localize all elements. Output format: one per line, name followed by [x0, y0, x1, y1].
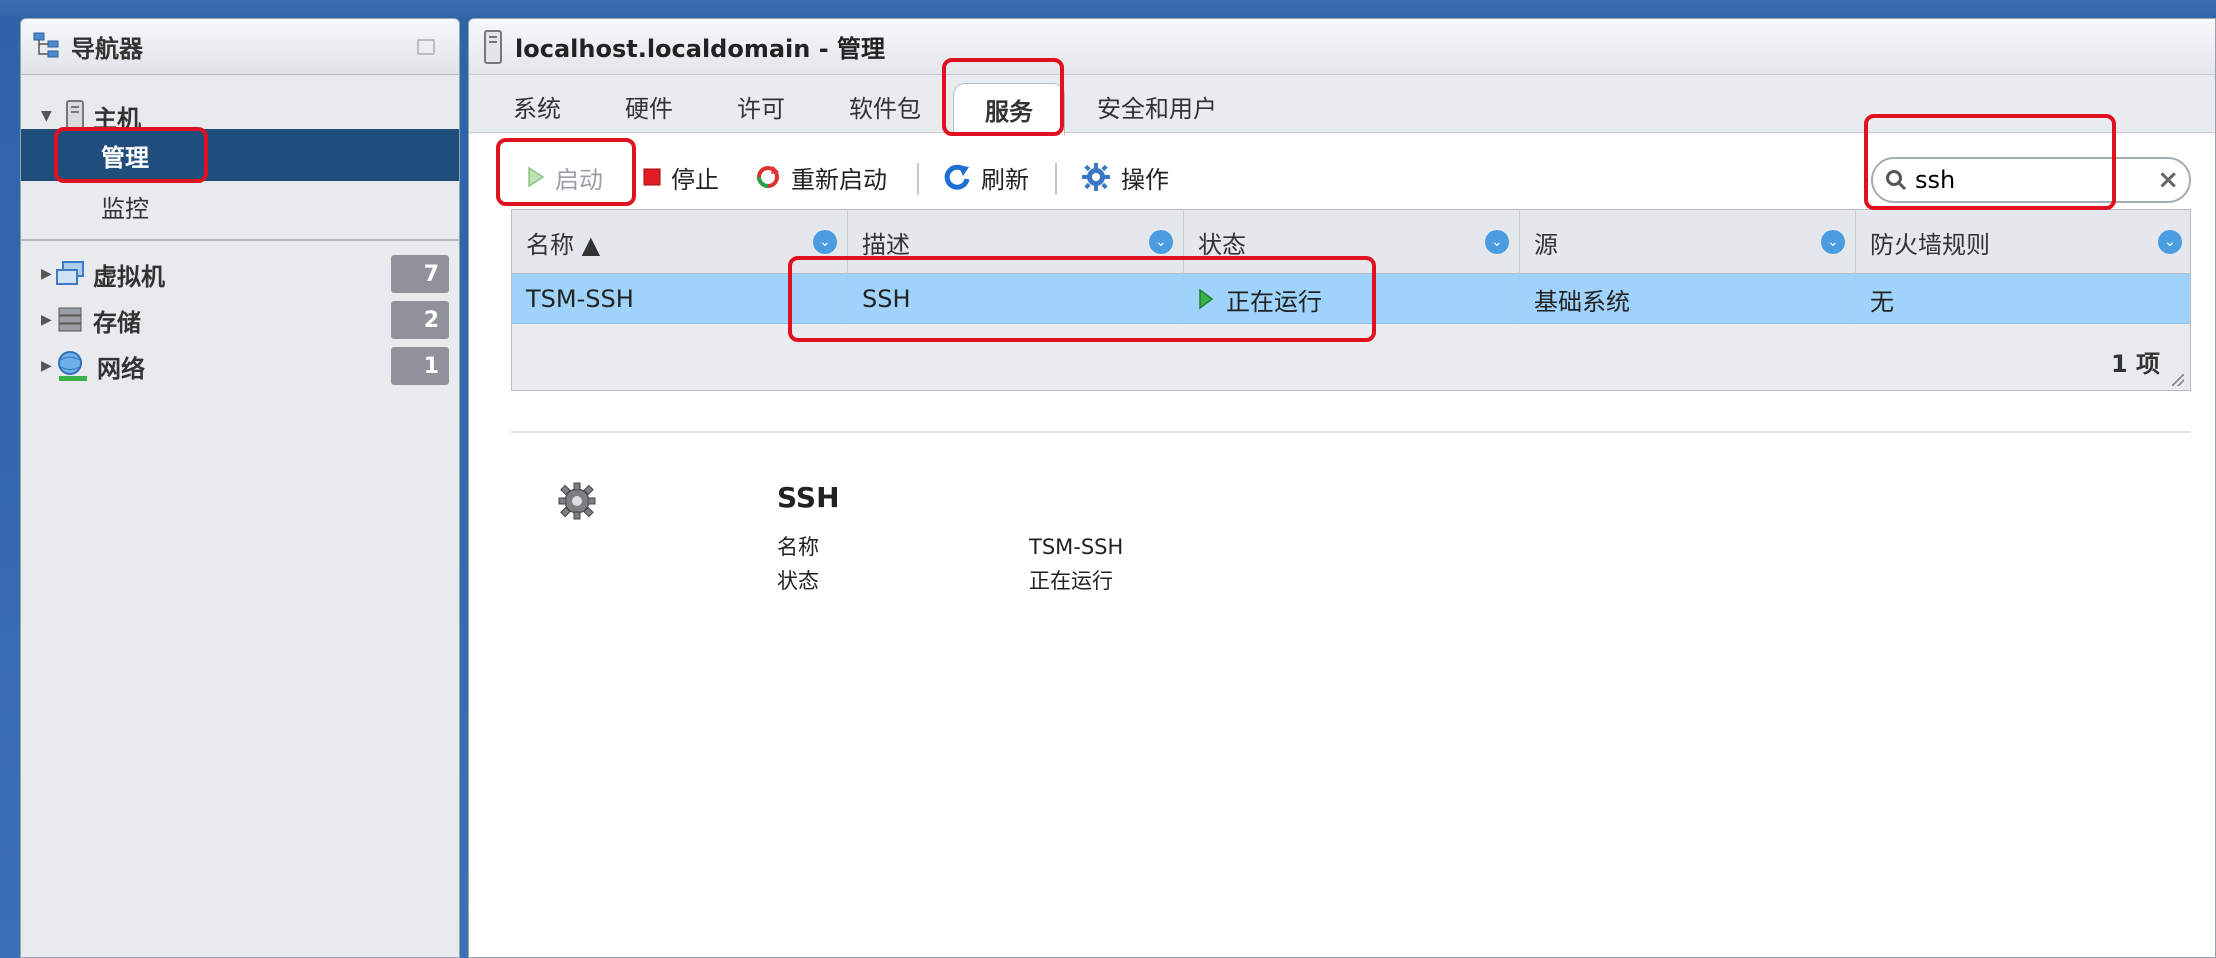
vm-count-badge: 7	[391, 255, 449, 293]
detail-name-value: TSM-SSH	[1029, 535, 1124, 559]
stop-button-label: 停止	[671, 165, 719, 194]
column-header-firewall[interactable]: 防火墙规则 ⌄	[1856, 210, 2192, 274]
network-icon	[55, 350, 89, 382]
start-button[interactable]: 启动	[527, 149, 603, 205]
search-box[interactable]: ×	[1871, 157, 2191, 203]
column-menu-icon[interactable]: ⌄	[2158, 230, 2182, 254]
detail-status-label: 状态	[777, 569, 819, 593]
collapse-panel-icon[interactable]	[417, 39, 435, 55]
navigator-title: 导航器	[71, 35, 143, 63]
column-menu-icon[interactable]: ⌄	[1485, 230, 1509, 254]
column-header-label: 状态	[1198, 230, 1246, 259]
page-title: localhost.localdomain - 管理	[515, 35, 886, 63]
stop-button[interactable]: 停止	[643, 149, 719, 205]
actions-button[interactable]: 操作	[1081, 149, 1169, 205]
restart-button[interactable]: 重新启动	[755, 149, 887, 205]
tab-bar: 系统 硬件 许可 软件包 服务 安全和用户	[469, 75, 2215, 135]
tree-item-storage-label: 存储	[93, 308, 141, 337]
tab-system[interactable]: 系统	[513, 89, 561, 124]
tab-services[interactable]: 服务	[953, 83, 1065, 135]
search-icon	[1885, 169, 1907, 191]
navigator-panel: 导航器 ▼ 主机 管理 监控 ▶ 虚拟机 7 ▶ 存储 2 ▶ 网络 1	[20, 18, 460, 958]
detail-name-label: 名称	[777, 535, 819, 559]
column-header-status[interactable]: 状态 ⌄	[1184, 210, 1520, 274]
table-row[interactable]: TSM-SSH SSH 正在运行 基础系统 无	[512, 274, 2190, 324]
actions-button-label: 操作	[1121, 165, 1169, 194]
tree-item-monitor[interactable]: 监控	[21, 181, 459, 231]
column-header-source[interactable]: 源 ⌄	[1520, 210, 1856, 274]
collapsed-arrow-icon[interactable]: ▶	[41, 312, 55, 328]
column-header-name[interactable]: 名称 ▲ ⌄	[512, 210, 848, 274]
refresh-icon	[943, 163, 971, 191]
column-header-description[interactable]: 描述 ⌄	[848, 210, 1184, 274]
refresh-button-label: 刷新	[981, 165, 1029, 194]
storage-count-badge: 2	[391, 301, 449, 339]
tree-item-vms-label: 虚拟机	[93, 262, 165, 291]
search-input[interactable]	[1915, 166, 2145, 194]
host-icon	[65, 100, 85, 132]
cell-source: 基础系统	[1520, 274, 1856, 324]
running-icon	[1198, 288, 1214, 310]
tab-security-users[interactable]: 安全和用户	[1097, 89, 1217, 124]
refresh-button[interactable]: 刷新	[943, 149, 1029, 205]
service-gear-icon	[557, 481, 597, 525]
play-icon	[527, 166, 545, 188]
tab-packages[interactable]: 软件包	[849, 89, 921, 124]
section-divider	[511, 431, 2191, 433]
table-footer: 1 项	[512, 324, 2190, 392]
toolbar-separator	[1055, 163, 1057, 195]
cell-description: SSH	[848, 274, 1184, 324]
column-header-label: 名称 ▲	[526, 230, 601, 259]
column-header-label: 防火墙规则	[1870, 230, 1990, 259]
storage-icon	[55, 306, 85, 334]
navigator-header: 导航器	[21, 19, 459, 75]
main-panel: localhost.localdomain - 管理 系统 硬件 许可 软件包 …	[468, 18, 2216, 958]
detail-status-value: 正在运行	[1029, 569, 1113, 593]
column-header-label: 源	[1534, 230, 1558, 259]
tree-item-manage[interactable]: 管理	[21, 129, 459, 181]
tree-icon	[33, 31, 61, 63]
tree-item-storage[interactable]: ▶ 存储 2	[21, 297, 459, 343]
start-button-label: 启动	[555, 165, 603, 194]
tree-item-monitor-label: 监控	[101, 194, 149, 223]
cell-status: 正在运行	[1184, 274, 1520, 324]
restart-button-label: 重新启动	[791, 165, 887, 194]
cell-status-label: 正在运行	[1226, 287, 1322, 316]
restart-icon	[755, 164, 781, 190]
clear-search-icon[interactable]: ×	[2157, 165, 2179, 195]
detail-name-row: 名称 TSM-SSH	[777, 531, 1123, 561]
tree-item-manage-label: 管理	[101, 144, 149, 172]
cell-firewall: 无	[1870, 287, 1894, 316]
gear-icon	[1081, 162, 1111, 192]
network-count-badge: 1	[391, 347, 449, 385]
tree-item-network[interactable]: ▶ 网络 1	[21, 343, 459, 389]
table-header: 名称 ▲ ⌄ 描述 ⌄ 状态 ⌄ 源 ⌄ 防火墙规则 ⌄	[512, 210, 2190, 274]
column-menu-icon[interactable]: ⌄	[1821, 230, 1845, 254]
host-icon	[483, 29, 503, 64]
column-menu-icon[interactable]: ⌄	[813, 230, 837, 254]
expanded-arrow-icon[interactable]: ▼	[41, 108, 55, 124]
navigator-divider	[21, 239, 459, 241]
tree-item-network-label: 网络	[97, 354, 145, 383]
detail-title: SSH	[777, 481, 840, 514]
toolbar-separator	[917, 163, 919, 195]
collapsed-arrow-icon[interactable]: ▶	[41, 358, 55, 374]
vm-icon	[55, 260, 85, 288]
item-count: 1 项	[2110, 350, 2160, 378]
collapsed-arrow-icon[interactable]: ▶	[41, 266, 55, 282]
cell-name: TSM-SSH	[512, 274, 848, 324]
stop-icon	[643, 168, 661, 186]
detail-status-row: 状态 正在运行	[777, 565, 1113, 595]
tree-item-vms[interactable]: ▶ 虚拟机 7	[21, 251, 459, 297]
tab-hardware[interactable]: 硬件	[625, 89, 673, 124]
column-header-label: 描述	[862, 230, 910, 259]
column-menu-icon[interactable]: ⌄	[1149, 230, 1173, 254]
main-header: localhost.localdomain - 管理	[469, 19, 2215, 75]
tab-license[interactable]: 许可	[737, 89, 785, 124]
services-table: 名称 ▲ ⌄ 描述 ⌄ 状态 ⌄ 源 ⌄ 防火墙规则 ⌄ TSM-SSH SSH	[511, 209, 2191, 391]
resize-grip-icon[interactable]	[2172, 374, 2184, 386]
